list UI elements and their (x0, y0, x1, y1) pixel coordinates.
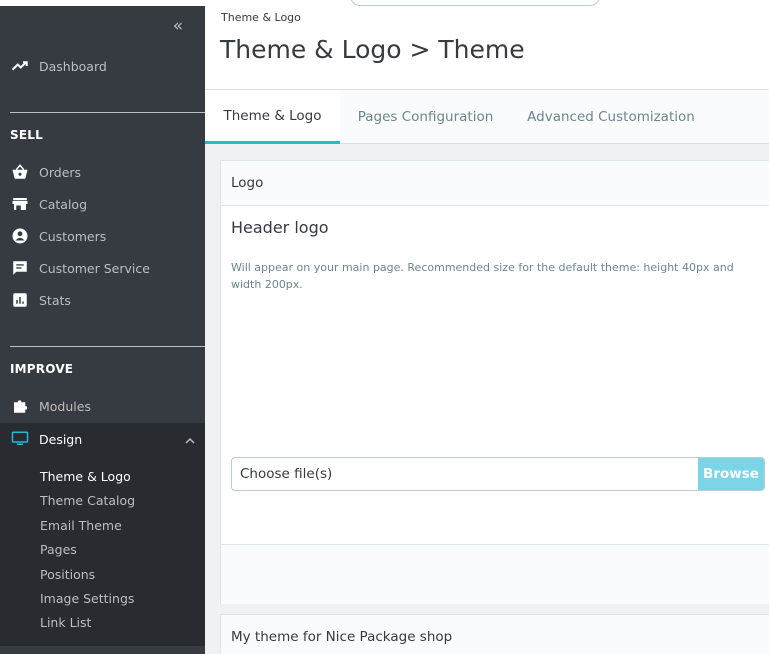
sidebar-item-design[interactable]: Design (0, 423, 205, 455)
breadcrumb[interactable]: Theme & Logo (221, 11, 301, 24)
trending-up-icon (11, 57, 29, 75)
stats-icon (11, 291, 29, 309)
sidebar-bottom (0, 646, 205, 654)
sidebar-item-customers[interactable]: Customers (0, 220, 205, 252)
card-footer (221, 544, 769, 604)
tab-bar: Theme & Logo Pages Configuration Advance… (205, 89, 769, 144)
theme-card-title: My theme for Nice Package shop (231, 629, 453, 645)
submenu-item-email-theme[interactable]: Email Theme (40, 518, 122, 533)
theme-card: My theme for Nice Package shop (220, 614, 769, 654)
card-body: Header logo Will appear on your main pag… (221, 206, 769, 544)
sidebar-item-label: Catalog (39, 196, 88, 212)
sidebar-item-modules[interactable]: Modules (0, 390, 205, 422)
sidebar-item-customer-service[interactable]: Customer Service (0, 252, 205, 284)
sidebar-item-label: Design (39, 431, 83, 447)
sidebar-item-label: Dashboard (39, 58, 107, 74)
sidebar-item-stats[interactable]: Stats (0, 284, 205, 316)
sidebar: « Dashboard SELL Orders Catalog Customer… (0, 0, 205, 654)
sidebar-item-label: Modules (39, 398, 91, 414)
tab-theme-logo[interactable]: Theme & Logo (205, 90, 340, 144)
sidebar-item-label: Orders (39, 164, 82, 180)
submenu-item-link-list[interactable]: Link List (40, 615, 91, 630)
sidebar-top-strip (0, 0, 205, 6)
tab-advanced-customization[interactable]: Advanced Customization (511, 90, 711, 144)
logo-card: Logo Header logo Will appear on your mai… (220, 160, 769, 604)
puzzle-icon (11, 397, 29, 415)
card-header: Logo (221, 161, 769, 206)
header-logo-help: Will appear on your main page. Recommend… (231, 261, 734, 291)
page-title: Theme & Logo > Theme (220, 35, 525, 64)
desktop-icon (11, 430, 29, 448)
header-logo-file-input[interactable]: Choose file(s) Browse (231, 457, 765, 491)
basket-icon (11, 163, 29, 181)
submenu-item-theme-logo[interactable]: Theme & Logo (40, 469, 131, 484)
tab-pages-configuration[interactable]: Pages Configuration (340, 90, 511, 144)
submenu-item-image-settings[interactable]: Image Settings (40, 591, 134, 606)
submenu-item-pages[interactable]: Pages (40, 542, 77, 557)
chevron-up-icon[interactable] (184, 432, 196, 444)
account-circle-icon (11, 227, 29, 245)
card-header-title: Logo (231, 175, 264, 191)
file-input-placeholder: Choose file(s) (240, 466, 333, 482)
sidebar-divider (10, 112, 205, 113)
submenu-item-positions[interactable]: Positions (40, 567, 95, 582)
sidebar-item-label: Customer Service (39, 260, 150, 276)
sidebar-item-label: Customers (39, 228, 107, 244)
design-submenu (0, 455, 205, 654)
collapse-sidebar-icon[interactable]: « (169, 17, 187, 35)
store-icon (11, 195, 29, 213)
section-title-sell: SELL (10, 128, 43, 142)
sidebar-divider (10, 346, 205, 347)
sidebar-item-dashboard[interactable]: Dashboard (0, 50, 205, 82)
sidebar-item-orders[interactable]: Orders (0, 156, 205, 188)
browse-button[interactable]: Browse (698, 458, 764, 490)
search-input[interactable] (350, 0, 600, 6)
sidebar-item-label: Stats (39, 292, 71, 308)
header-logo-title: Header logo (231, 218, 329, 237)
submenu-item-theme-catalog[interactable]: Theme Catalog (40, 493, 135, 508)
sidebar-item-catalog[interactable]: Catalog (0, 188, 205, 220)
section-title-improve: IMPROVE (10, 362, 74, 376)
chat-icon (11, 259, 29, 277)
